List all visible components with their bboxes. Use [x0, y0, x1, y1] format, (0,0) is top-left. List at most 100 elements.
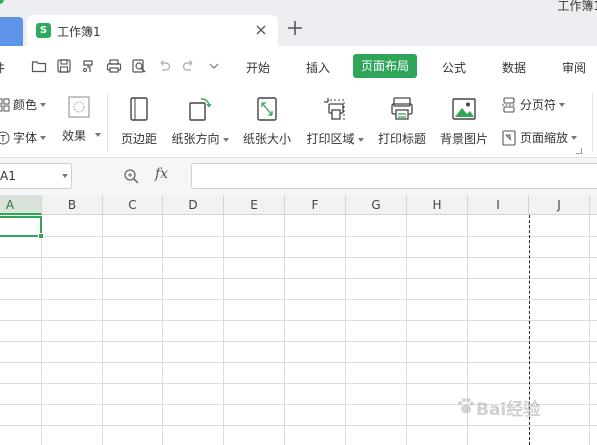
column-header-i[interactable]: I	[468, 195, 529, 215]
column-header-j[interactable]: J	[529, 195, 590, 215]
title-bar: S 工作簿1 工作簿1	[0, 0, 597, 46]
column-header-h[interactable]: H	[407, 195, 468, 215]
page-zoom-icon	[502, 129, 516, 146]
home-tab[interactable]	[0, 17, 23, 46]
orientation-label: 纸张方向	[169, 130, 231, 147]
margins-label: 页边距	[120, 132, 157, 146]
column-header-k[interactable]	[590, 195, 597, 215]
column-header-c[interactable]: C	[103, 195, 163, 215]
watermark-text: Bai经验	[476, 400, 541, 420]
grid-line	[345, 215, 346, 445]
orientation-button[interactable]: 纸张方向	[169, 96, 231, 154]
tab-formulas[interactable]: 公式	[442, 59, 466, 76]
dropdown-caret-icon	[40, 135, 47, 140]
paper-size-button[interactable]: 纸张大小	[240, 96, 294, 154]
grid-line	[162, 215, 163, 445]
effects-icon	[68, 96, 90, 118]
name-box-dropdown-icon[interactable]	[62, 174, 68, 178]
fill-handle[interactable]	[38, 233, 44, 239]
print-titles-button[interactable]: 打印标题	[375, 96, 429, 154]
page-break-label: 分页符	[520, 98, 557, 112]
active-cell-a1[interactable]	[0, 216, 42, 237]
page-zoom-label: 页面缩放	[520, 131, 569, 145]
tab-page-layout[interactable]: 页面布局	[353, 54, 418, 78]
dropdown-caret-icon	[357, 137, 364, 142]
column-header-d[interactable]: D	[163, 195, 224, 215]
grid-line	[284, 215, 285, 445]
theme-colors-button[interactable]: 颜色	[0, 96, 47, 113]
dialog-launcher-icon[interactable]	[576, 148, 582, 154]
close-tab-icon[interactable]	[254, 23, 268, 37]
menu-bar: 件 开始 插入 页面布局 公式 数据 审阅	[0, 46, 597, 86]
app-logo-icon	[0, 0, 4, 4]
formula-input[interactable]	[191, 163, 597, 189]
margins-button[interactable]: 页边距	[117, 96, 161, 154]
formula-bar: A1 fx	[0, 158, 597, 195]
new-tab-plus-icon[interactable]	[287, 20, 303, 36]
page-zoom-button[interactable]: 页面缩放	[501, 129, 578, 146]
tab-insert[interactable]: 插入	[306, 59, 330, 76]
print-preview-icon[interactable]	[131, 58, 147, 74]
paper-size-icon	[257, 97, 277, 121]
tab-review[interactable]: 审阅	[562, 59, 586, 76]
redo-icon[interactable]	[181, 58, 197, 74]
paw-logo-icon	[458, 398, 474, 414]
orientation-label-text: 纸张方向	[171, 132, 220, 146]
find-function-icon[interactable]	[123, 168, 140, 185]
grid-line	[406, 215, 407, 445]
grid-line	[0, 341, 597, 342]
tab-home[interactable]: 开始	[246, 59, 270, 76]
name-box-value: A1	[0, 169, 16, 183]
print-area-button[interactable]: 打印区域	[303, 96, 367, 154]
page-break-button[interactable]: 分页符	[501, 96, 566, 113]
print-titles-icon	[391, 97, 413, 120]
document-tab[interactable]: S 工作簿1	[27, 15, 278, 46]
print-area-label: 打印区域	[303, 130, 367, 147]
background-image-label: 背景图片	[439, 132, 488, 146]
watermark: Bai经验	[454, 392, 594, 420]
column-header-e[interactable]: E	[224, 195, 285, 215]
theme-fonts-button[interactable]: 字体	[0, 129, 47, 146]
column-header-g[interactable]: G	[346, 195, 407, 215]
save-icon[interactable]	[56, 58, 72, 74]
print-icon[interactable]	[106, 58, 122, 74]
page-margins-icon	[130, 97, 148, 121]
insert-function-button[interactable]: fx	[155, 166, 168, 182]
column-header-b[interactable]: B	[42, 195, 103, 215]
dropdown-caret-icon	[222, 137, 229, 142]
ribbon-separator	[592, 94, 593, 152]
grid-line	[0, 257, 597, 258]
grid-line	[0, 320, 597, 321]
ribbon-separator	[107, 94, 108, 152]
page-break-icon	[502, 96, 516, 113]
page-orientation-icon	[189, 98, 212, 121]
document-tab-title: 工作簿1	[57, 25, 101, 39]
grid-line	[0, 362, 597, 363]
print-area-icon	[324, 98, 345, 120]
grid-line	[223, 215, 224, 445]
grid-line	[102, 215, 103, 445]
tab-data[interactable]: 数据	[502, 59, 526, 76]
color-palette-icon	[0, 98, 10, 111]
format-painter-icon[interactable]	[81, 58, 97, 74]
ribbon: 颜色 字体 效果 页边距 纸张方向 纸张大小 打印区域 打印标题 背景图片 分页…	[0, 86, 597, 158]
grid-line	[0, 383, 597, 384]
file-menu[interactable]: 件	[0, 59, 5, 76]
dropdown-caret-icon	[559, 102, 566, 107]
theme-fonts-label: 字体	[13, 131, 38, 145]
background-image-button[interactable]: 背景图片	[437, 96, 491, 154]
column-header-f[interactable]: F	[285, 195, 346, 215]
theme-effects-button[interactable]: 效果	[61, 94, 101, 154]
paper-size-label: 纸张大小	[242, 132, 291, 146]
customize-toolbar-chevron-icon[interactable]	[206, 58, 222, 74]
undo-icon[interactable]	[156, 58, 172, 74]
grid-line	[0, 278, 597, 279]
grid-line	[41, 215, 42, 445]
open-folder-icon[interactable]	[31, 58, 47, 74]
column-header-a[interactable]: A	[0, 195, 42, 215]
dropdown-caret-icon	[95, 133, 101, 137]
theme-colors-label: 颜色	[13, 98, 38, 112]
background-image-icon	[452, 98, 476, 120]
grid-line	[0, 299, 597, 300]
name-box[interactable]: A1	[0, 163, 72, 189]
